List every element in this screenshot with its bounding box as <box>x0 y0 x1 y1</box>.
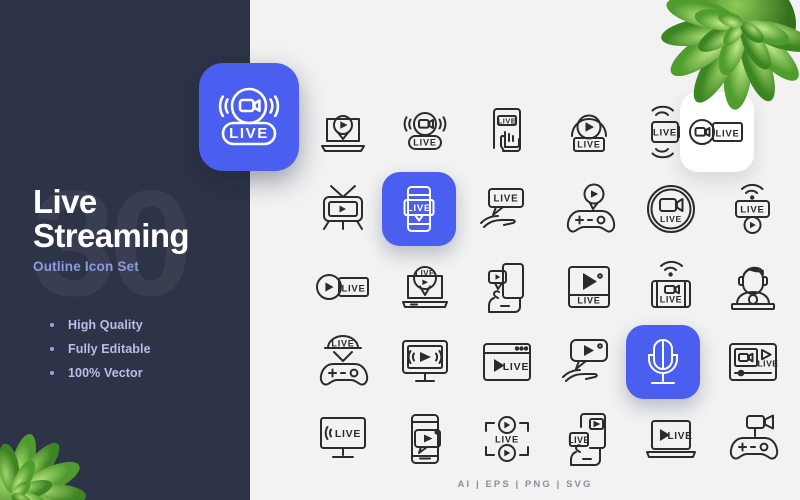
icon-cell-phone-live-touch[interactable]: LIVE <box>470 95 544 169</box>
hero-app-icon[interactable]: LIVE <box>199 63 299 171</box>
icon-label: LIVE <box>407 203 432 214</box>
icon-cell-laptop-live-pin[interactable] <box>306 95 380 169</box>
feature-label: High Quality <box>68 318 143 332</box>
live-focus-frame-icon: LIVE <box>485 416 529 462</box>
phone-chat-play-icon <box>411 414 441 464</box>
icon-label: LIVE <box>415 269 434 278</box>
icon-label: LIVE <box>667 431 692 442</box>
icon-label: LIVE <box>503 361 530 373</box>
icon-cell-play-circle-live-label[interactable]: LIVE <box>306 250 380 324</box>
icon-cell-microphone-live[interactable] <box>626 325 700 399</box>
gamepad-live-play-icon <box>566 183 616 233</box>
hand-phone-live-icon: LIVE <box>568 413 606 466</box>
page-title: Live Streaming Outline Icon Set <box>33 183 248 274</box>
icon-cell-gamepad-live-banner[interactable]: LIVE <box>306 325 380 399</box>
icon-cell-camera-broadcast-live[interactable]: LIVE <box>388 95 462 169</box>
icon-label: LIVE <box>660 214 682 224</box>
icon-cell-live-focus-frame[interactable]: LIVE <box>470 402 544 476</box>
icon-label: LIVE <box>331 338 354 348</box>
icon-cell-hand-phone-live[interactable]: LIVE <box>552 402 626 476</box>
icon-cell-hand-phone-play[interactable] <box>470 250 544 324</box>
icon-cell-tablet-video-live[interactable]: LIVE <box>716 325 790 399</box>
succulent-plant-icon <box>661 0 800 110</box>
title-line-2: Streaming <box>33 217 190 255</box>
icon-label: LIVE <box>757 359 778 369</box>
icon-label: LIVE <box>494 194 519 205</box>
icon-cell-phone-chat-play[interactable] <box>388 402 462 476</box>
list-item: 100% Vector <box>50 366 151 380</box>
hand-phone-play-icon <box>488 263 524 313</box>
browser-live-play-icon: LIVE <box>483 343 531 381</box>
laptop-live-bubble-icon: LIVE <box>402 266 448 308</box>
video-player-live-icon: LIVE <box>568 266 610 308</box>
icon-cell-play-circle-live-badge[interactable]: LIVE <box>552 95 626 169</box>
icon-label: LIVE <box>740 205 765 216</box>
icon-label: LIVE <box>498 116 516 125</box>
list-item: Fully Editable <box>50 342 151 356</box>
bullet-icon <box>50 323 54 327</box>
icon-cell-hand-play-bubble[interactable] <box>552 325 626 399</box>
icon-cell-gamepad-live-play[interactable] <box>552 172 626 246</box>
icon-label: LIVE <box>715 128 739 139</box>
icon-cell-phone-live-bubble[interactable]: LIVE <box>382 172 456 246</box>
icon-label: LIVE <box>577 296 600 306</box>
hero-icon-label: LIVE <box>229 125 269 142</box>
laptop-live-pin-icon <box>321 115 365 152</box>
play-circle-live-badge-icon: LIVE <box>571 114 607 152</box>
bullet-icon <box>50 371 54 375</box>
icon-cell-monitor-live-signal[interactable]: LIVE <box>306 402 380 476</box>
icon-cell-laptop-live-bubble[interactable]: LIVE <box>388 250 462 324</box>
icon-cell-laptop-play-live[interactable]: LIVE <box>634 402 708 476</box>
camera-broadcast-live-icon: LIVE <box>403 112 447 150</box>
monitor-live-play-icon <box>402 340 448 382</box>
circle-camera-live-icon: LIVE <box>647 185 695 233</box>
monitor-live-signal-icon: LIVE <box>320 417 366 458</box>
list-item: High Quality <box>50 318 151 332</box>
title-line-1: Live <box>33 183 97 220</box>
icon-cell-retro-tv-play[interactable] <box>306 172 380 246</box>
icon-label: LIVE <box>653 127 677 138</box>
gamepad-webcam-icon <box>729 414 779 460</box>
tablet-camera-live-wifi-icon: LIVE <box>651 260 691 308</box>
page-subtitle: Outline Icon Set <box>33 258 139 274</box>
icon-cell-video-player-live[interactable]: LIVE <box>552 250 626 324</box>
icon-label: LIVE <box>413 138 437 148</box>
live-camera-broadcast-icon: LIVE <box>218 87 280 146</box>
gamepad-live-banner-icon: LIVE <box>319 335 369 386</box>
tablet-video-live-icon: LIVE <box>729 343 778 381</box>
poster-canvas: 30 Live Streaming Outline Icon Set High … <box>0 0 800 500</box>
retro-tv-play-icon <box>323 185 363 230</box>
icon-label: LIVE <box>335 428 361 440</box>
icon-cell-browser-live-play[interactable]: LIVE <box>470 325 544 399</box>
live-wifi-play-tag-icon: LIVE <box>735 183 770 234</box>
icon-label: LIVE <box>577 140 601 150</box>
icon-label: LIVE <box>660 295 682 305</box>
hand-play-bubble-icon <box>562 339 608 382</box>
icon-cell-live-wifi-play-tag[interactable]: LIVE <box>716 172 790 246</box>
feature-label: Fully Editable <box>68 342 151 356</box>
icon-cell-hand-live-speech-bubble[interactable]: LIVE <box>470 172 544 246</box>
icon-label: LIVE <box>495 433 519 444</box>
icon-cell-streamer-headphones[interactable] <box>716 250 790 324</box>
icon-cell-tablet-camera-live-wifi[interactable]: LIVE <box>634 250 708 324</box>
icon-label: LIVE <box>568 435 590 445</box>
phone-live-touch-icon: LIVE <box>493 108 521 152</box>
microphone-live-icon <box>648 339 678 384</box>
hand-live-speech-bubble-icon: LIVE <box>480 188 524 228</box>
icon-cell-gamepad-webcam[interactable] <box>716 402 790 476</box>
feature-list: High Quality Fully Editable 100% Vector <box>50 318 151 390</box>
icon-cell-circle-camera-live[interactable]: LIVE <box>634 172 708 246</box>
format-list: AI | EPS | PNG | SVG <box>457 479 593 490</box>
succulent-plant-icon <box>0 434 86 500</box>
phone-live-bubble-icon: LIVE <box>403 186 435 232</box>
icon-label: LIVE <box>341 283 365 294</box>
feature-label: 100% Vector <box>68 366 143 380</box>
play-circle-live-label-icon: LIVE <box>316 274 369 300</box>
streamer-headphones-icon <box>731 266 775 310</box>
laptop-play-live-icon: LIVE <box>646 420 696 458</box>
icon-cell-monitor-live-play[interactable] <box>388 325 462 399</box>
bullet-icon <box>50 347 54 351</box>
